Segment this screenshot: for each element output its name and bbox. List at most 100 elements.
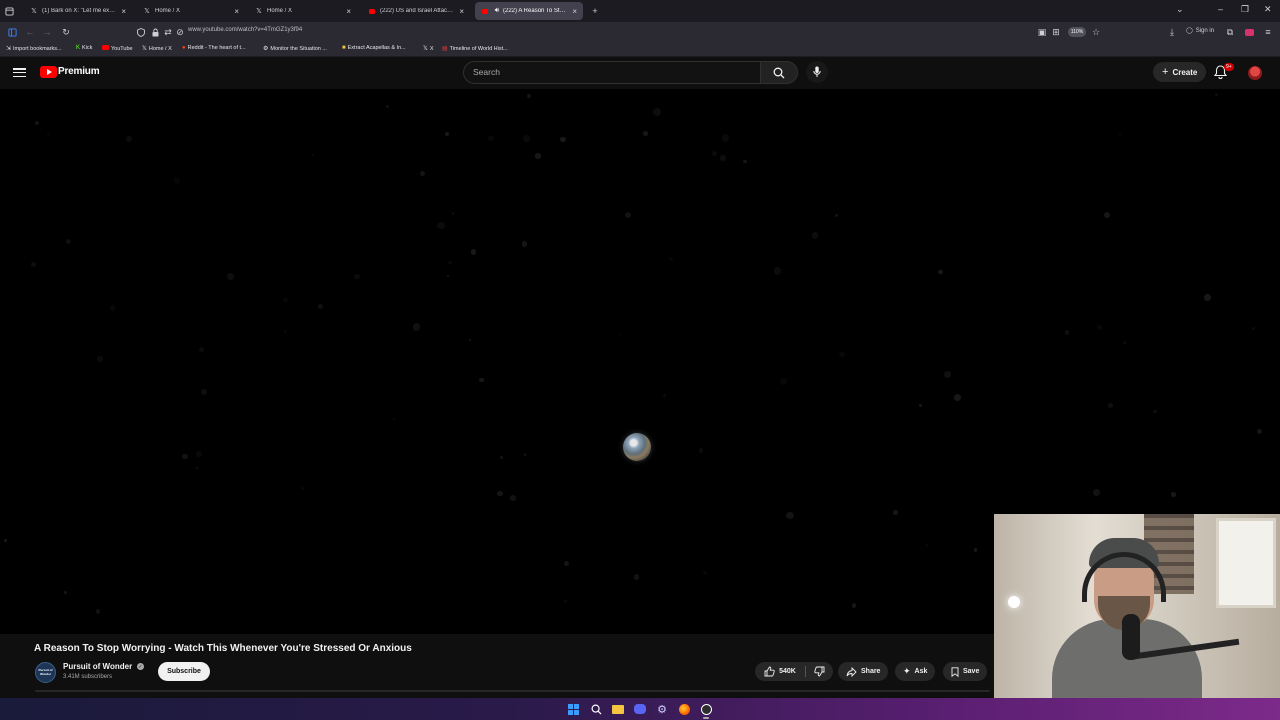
account-icon: ◯ <box>1186 28 1193 34</box>
star-dot <box>1171 492 1176 497</box>
tracking-icon[interactable]: ⊘ <box>173 25 187 39</box>
share-label: Share <box>861 668 881 675</box>
youtube-premium-logo-text[interactable]: Premium <box>58 66 100 77</box>
extension-profile-icon[interactable] <box>1242 25 1256 39</box>
speaker-icon[interactable]: 🔊︎ <box>493 7 501 15</box>
close-icon[interactable]: × <box>234 7 239 16</box>
close-icon[interactable]: × <box>572 7 577 16</box>
star-dot <box>1064 330 1070 335</box>
settings-gear-icon[interactable]: ⚙ <box>655 702 669 716</box>
discord-icon[interactable] <box>633 702 647 716</box>
star-dot <box>973 548 978 552</box>
dislike-button[interactable] <box>806 662 833 681</box>
close-icon[interactable]: × <box>459 7 464 16</box>
create-button[interactable]: + Create <box>1153 62 1207 82</box>
x-logo-icon: 𝕏 <box>142 46 147 52</box>
star-dot <box>66 238 72 244</box>
bookmark-label: Home / X <box>148 45 172 52</box>
bookmark-star-icon[interactable]: ☆ <box>1089 25 1103 39</box>
subscribe-button[interactable]: Subscribe <box>158 662 210 681</box>
picture-icon[interactable]: ▣ <box>1035 25 1049 39</box>
lock-icon[interactable] <box>148 25 162 39</box>
star-dot <box>1152 409 1157 414</box>
reader-view-icon[interactable]: ⊞ <box>1049 25 1063 39</box>
search-input[interactable] <box>473 67 743 77</box>
guide-menu-icon[interactable] <box>13 66 26 79</box>
sidebar-toggle-icon[interactable] <box>5 25 19 39</box>
obs-icon[interactable] <box>699 702 713 716</box>
x-logo-icon: 𝕏 <box>144 8 150 15</box>
browser-tab[interactable]: 𝕏 Home / X × <box>137 2 245 20</box>
tab-title: (1) Bark on X: "Let me explain v <box>42 8 118 14</box>
star-dot <box>1097 325 1102 330</box>
star-dot <box>526 93 532 99</box>
forward-icon[interactable]: → <box>40 25 54 39</box>
bookmark-label: Reddit - The heart of t... <box>187 45 246 51</box>
star-dot <box>510 495 516 501</box>
channel-avatar[interactable]: Pursuit of Wonder <box>35 662 56 683</box>
sign-in-button[interactable]: ◯ Sign in <box>1186 27 1214 35</box>
browser-tab[interactable]: 𝕏 (1) Bark on X: "Let me explain v × <box>24 2 132 20</box>
menu-icon[interactable]: ≡ <box>1261 25 1275 39</box>
tab-title: (222) A Reason To Stop Wo <box>503 8 568 14</box>
reload-icon[interactable]: ↻ <box>59 25 73 39</box>
bookmark-label: Extract Acapellas & In... <box>347 45 406 51</box>
star-dot <box>284 330 287 333</box>
browser-tab[interactable]: 𝕏 Home / X × <box>249 2 357 20</box>
channel-name-link[interactable]: Pursuit of Wonder <box>63 662 132 671</box>
bookmark-item[interactable]: ⇲ Import bookmarks... <box>6 45 62 53</box>
tab-title: (222) US and Israel Attack Iran <box>380 8 456 14</box>
minimize-icon[interactable]: – <box>1218 4 1223 14</box>
back-icon[interactable]: ← <box>23 25 37 39</box>
thumbs-up-icon <box>764 666 775 677</box>
browser-tab-active[interactable]: 🔊︎ (222) A Reason To Stop Wo × <box>475 2 583 20</box>
ask-button[interactable]: ✦ Ask <box>895 662 936 681</box>
youtube-logo-icon[interactable] <box>40 66 57 78</box>
close-icon[interactable]: × <box>346 7 351 16</box>
bookmark-item[interactable]: ■ Extract Acapellas & In... <box>342 45 406 51</box>
voice-search-button[interactable] <box>806 61 828 83</box>
star-dot <box>943 371 951 379</box>
windows-start-icon[interactable] <box>566 702 580 716</box>
shield-icon[interactable] <box>134 25 148 39</box>
tab-list-icon[interactable] <box>2 4 16 18</box>
save-button[interactable]: Save <box>943 662 988 681</box>
bookmark-item[interactable]: 𝕏 Home / X <box>142 45 172 53</box>
like-dislike-group: 540K <box>755 662 833 681</box>
bookmark-item[interactable]: ▤ Timeline of World Hist... <box>442 45 508 53</box>
search-button[interactable] <box>760 61 798 84</box>
downloads-icon[interactable]: ⤓ <box>1165 25 1179 39</box>
file-explorer-icon[interactable] <box>611 702 625 716</box>
bookmark-label: YouTube <box>111 45 133 52</box>
taskbar-search-icon[interactable] <box>589 702 603 716</box>
star-dot <box>839 352 845 358</box>
bookmark-item[interactable]: YouTube <box>102 45 133 52</box>
close-icon[interactable]: × <box>121 7 126 16</box>
share-button[interactable]: Share <box>838 662 889 681</box>
like-button[interactable]: 540K <box>755 662 805 681</box>
bookmark-item[interactable]: ⚙ Monitor the Situation ... <box>263 45 327 53</box>
star-dot <box>1119 133 1121 135</box>
restore-icon[interactable]: ❐ <box>1241 4 1249 15</box>
browser-tab[interactable]: (222) US and Israel Attack Iran × <box>362 2 470 20</box>
kick-icon: K <box>76 45 81 51</box>
star-dot <box>446 274 450 277</box>
reddit-icon: ● <box>182 45 186 51</box>
avatar[interactable] <box>1248 66 1262 80</box>
url-field[interactable]: www.youtube.com/watch?v=4TmGZ1y3f94 <box>188 27 302 33</box>
bookmark-item[interactable]: 𝕏 X <box>423 45 434 53</box>
zoom-level-badge[interactable]: 110% <box>1068 27 1086 37</box>
star-dot <box>419 171 425 177</box>
star-dot <box>412 323 421 332</box>
bookmark-item[interactable]: ● Reddit - The heart of t... <box>182 45 246 51</box>
tab-overflow-chevron-icon[interactable]: ⌄ <box>1176 4 1184 15</box>
bookmark-item[interactable]: K Kick <box>76 45 92 51</box>
sparkle-icon: ✦ <box>903 666 911 676</box>
star-dot <box>521 241 528 247</box>
window-close-icon[interactable]: ✕ <box>1264 4 1272 15</box>
verified-badge-icon: ✓ <box>137 663 144 670</box>
new-tab-icon[interactable]: + <box>588 4 602 18</box>
microphone-image <box>1122 614 1140 660</box>
firefox-icon[interactable] <box>677 702 691 716</box>
extensions-icon[interactable]: ⧉ <box>1223 25 1237 39</box>
